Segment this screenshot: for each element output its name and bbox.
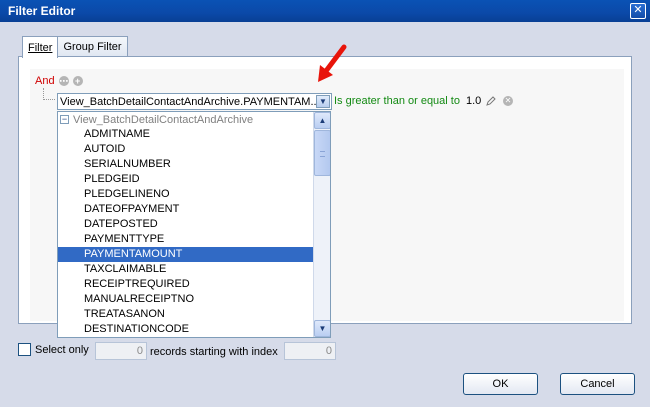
field-group-header[interactable]: − View_BatchDetailContactAndArchive bbox=[58, 112, 313, 127]
operator-link[interactable]: Is greater than or equal to bbox=[334, 95, 460, 107]
red-arrow-icon bbox=[318, 44, 347, 82]
window-title: Filter Editor bbox=[8, 4, 76, 18]
field-option[interactable]: TAXCLAIMABLE bbox=[58, 262, 313, 277]
cancel-button[interactable]: Cancel bbox=[560, 373, 635, 395]
chevron-down-icon[interactable]: ▼ bbox=[316, 95, 330, 108]
scroll-up-icon[interactable]: ▲ bbox=[314, 112, 330, 129]
field-option[interactable]: TREATASANON bbox=[58, 307, 313, 322]
start-index-input[interactable]: 0 bbox=[284, 342, 336, 360]
field-option[interactable]: DATEPOSTED bbox=[58, 217, 313, 232]
select-only-checkbox[interactable] bbox=[18, 343, 31, 356]
group-row: And ⋯ + bbox=[35, 75, 83, 87]
record-count-input[interactable]: 0 bbox=[95, 342, 147, 360]
field-option[interactable]: PLEDGELINENO bbox=[58, 187, 313, 202]
scroll-down-icon[interactable]: ▼ bbox=[314, 320, 330, 337]
tab-group-filter[interactable]: Group Filter bbox=[57, 36, 128, 57]
close-icon[interactable]: ✕ bbox=[630, 3, 646, 19]
scroll-thumb[interactable] bbox=[314, 130, 330, 176]
title-bar: Filter Editor ✕ bbox=[0, 0, 650, 22]
field-option[interactable]: PLEDGEID bbox=[58, 172, 313, 187]
field-option[interactable]: SERIALNUMBER bbox=[58, 157, 313, 172]
field-option[interactable]: RECEIPTREQUIRED bbox=[58, 277, 313, 292]
ellipsis-icon[interactable]: ⋯ bbox=[58, 76, 69, 86]
tab-filter-label: Filter bbox=[28, 41, 53, 54]
field-dropdown[interactable]: − View_BatchDetailContactAndArchive ADMI… bbox=[57, 111, 331, 338]
field-option[interactable]: PAYMENTTYPE bbox=[58, 232, 313, 247]
field-option[interactable]: DESTINATIONCODE bbox=[58, 322, 313, 337]
tab-filter[interactable]: Filter bbox=[22, 36, 59, 58]
select-only-label: Select only bbox=[35, 343, 89, 356]
field-option[interactable]: AUTOID bbox=[58, 142, 313, 157]
tab-strip: Filter Group Filter bbox=[22, 36, 128, 58]
ok-button[interactable]: OK bbox=[463, 373, 538, 395]
grip-icon bbox=[320, 151, 325, 157]
field-option[interactable]: MANUALRECEIPTNO bbox=[58, 292, 313, 307]
field-selector-value: View_BatchDetailContactAndArchive.PAYMEN… bbox=[60, 95, 316, 108]
tree-connector bbox=[43, 88, 55, 100]
value-link[interactable]: 1.0 bbox=[466, 95, 481, 107]
field-option-selected[interactable]: PAYMENTAMOUNT bbox=[58, 247, 313, 262]
field-group-label: View_BatchDetailContactAndArchive bbox=[73, 113, 254, 126]
pencil-icon[interactable] bbox=[486, 96, 496, 106]
field-list: − View_BatchDetailContactAndArchive ADMI… bbox=[58, 112, 313, 337]
records-starting-label: records starting with index bbox=[150, 346, 278, 358]
dropdown-scrollbar[interactable]: ▲ ▼ bbox=[313, 112, 330, 337]
select-only-row: Select only bbox=[18, 343, 89, 356]
remove-icon[interactable]: ✕ bbox=[503, 96, 513, 106]
field-option[interactable]: DATEOFPAYMENT bbox=[58, 202, 313, 217]
field-option[interactable]: ADMITNAME bbox=[58, 127, 313, 142]
collapse-icon[interactable]: − bbox=[60, 115, 69, 124]
tab-group-filter-label: Group Filter bbox=[63, 41, 122, 53]
group-operator-link[interactable]: And bbox=[35, 75, 55, 87]
field-selector[interactable]: View_BatchDetailContactAndArchive.PAYMEN… bbox=[57, 93, 332, 110]
plus-icon[interactable]: + bbox=[72, 76, 83, 86]
